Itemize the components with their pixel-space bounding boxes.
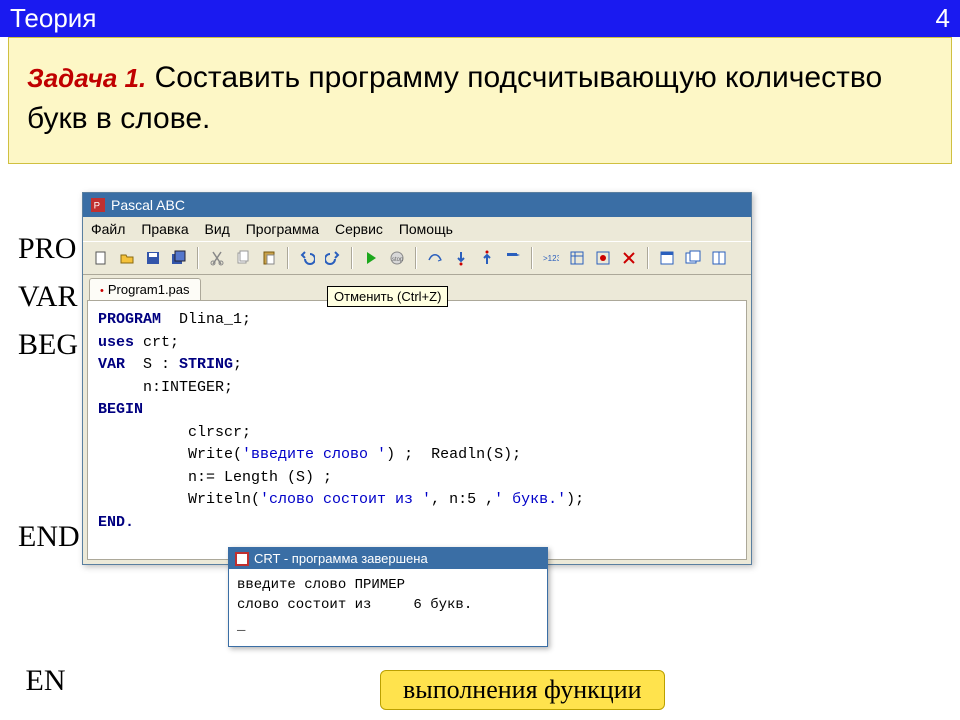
menu-view[interactable]: Вид <box>205 221 230 237</box>
task-description: Задача 1. Составить программу подсчитыва… <box>8 37 952 164</box>
svg-text:P: P <box>94 201 100 212</box>
code-editor[interactable]: PROGRAM Dlina_1; uses crt; VAR S : STRIN… <box>87 300 747 560</box>
copy-icon[interactable] <box>231 246 255 270</box>
stepover-icon[interactable] <box>423 246 447 270</box>
slide-header: Теория 4 <box>0 0 960 37</box>
crt-window: CRT - программа завершена введите слово … <box>228 547 548 647</box>
slide-number: 4 <box>936 3 950 34</box>
menu-service[interactable]: Сервис <box>335 221 383 237</box>
locals-icon[interactable] <box>565 246 589 270</box>
crt-title-text: CRT - программа завершена <box>254 551 428 566</box>
run-icon[interactable] <box>359 246 383 270</box>
ide-title-text: Pascal ABC <box>111 197 185 213</box>
menu-program[interactable]: Программа <box>246 221 319 237</box>
task-text: Составить программу подсчитывающую колич… <box>27 61 882 135</box>
paste-icon[interactable] <box>257 246 281 270</box>
sep <box>197 247 199 269</box>
ide-titlebar[interactable]: P Pascal ABC <box>83 193 751 217</box>
stepinto-icon[interactable] <box>449 246 473 270</box>
close-x-icon[interactable] <box>617 246 641 270</box>
crt-output: введите слово ПРИМЕР слово состоит из 6 … <box>229 569 547 646</box>
menu-file[interactable]: Файл <box>91 221 125 237</box>
sep <box>287 247 289 269</box>
sep <box>415 247 417 269</box>
menu-help[interactable]: Помощь <box>399 221 453 237</box>
menubar: Файл Правка Вид Программа Сервис Помощь <box>83 217 751 241</box>
watch-icon[interactable]: >123 <box>539 246 563 270</box>
sep <box>531 247 533 269</box>
tab-program1[interactable]: Program1.pas <box>89 278 201 300</box>
save-icon[interactable] <box>141 246 165 270</box>
win2-icon[interactable] <box>681 246 705 270</box>
win3-icon[interactable] <box>707 246 731 270</box>
toolbar: stop >123 <box>83 241 751 275</box>
sep <box>351 247 353 269</box>
stepout-icon[interactable] <box>475 246 499 270</box>
task-label: Задача 1. <box>27 63 146 93</box>
crt-titlebar[interactable]: CRT - программа завершена <box>229 548 547 569</box>
stop-icon[interactable]: stop <box>385 246 409 270</box>
background-code: PRO VAR BEG END EN <box>18 225 80 705</box>
saveall-icon[interactable] <box>167 246 191 270</box>
app-icon: P <box>91 198 105 212</box>
undo-tooltip: Отменить (Ctrl+Z) <box>327 286 448 307</box>
ide-window: P Pascal ABC Файл Правка Вид Программа С… <box>82 192 752 565</box>
crt-app-icon <box>235 552 249 566</box>
menu-edit[interactable]: Правка <box>141 221 188 237</box>
redo-icon[interactable] <box>321 246 345 270</box>
sep <box>647 247 649 269</box>
undo-icon[interactable] <box>295 246 319 270</box>
breakpoints-icon[interactable] <box>591 246 615 270</box>
open-icon[interactable] <box>115 246 139 270</box>
new-icon[interactable] <box>89 246 113 270</box>
tocursor-icon[interactable] <box>501 246 525 270</box>
footer-label: выполнения функции <box>380 670 665 710</box>
cut-icon[interactable] <box>205 246 229 270</box>
svg-text:stop: stop <box>392 257 404 263</box>
svg-text:>123: >123 <box>543 254 559 263</box>
slide-title: Теория <box>10 3 96 34</box>
win1-icon[interactable] <box>655 246 679 270</box>
